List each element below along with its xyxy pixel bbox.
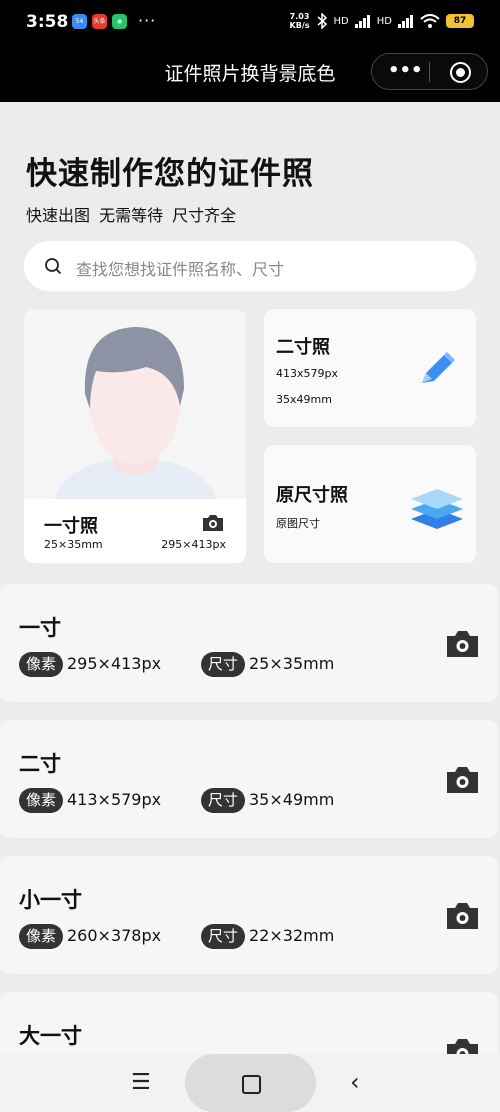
signal-label: HD xyxy=(376,15,392,27)
camera-icon[interactable] xyxy=(446,766,479,794)
item-title: 小一寸 xyxy=(19,888,82,912)
network-speed: 7.03 KB/s xyxy=(290,12,310,30)
status-bar: 3:58 54 头条 ◉ ··· 7.03 KB/s HD HD 87 xyxy=(0,0,500,44)
card-title: 二寸照 xyxy=(276,337,330,358)
pixel-tag: 像素 xyxy=(19,788,64,813)
card-pixels: 413x579px xyxy=(276,367,338,380)
pixel-value: 295×413px xyxy=(67,654,162,673)
size-value: 22×32mm xyxy=(249,926,335,945)
pixel-tag: 像素 xyxy=(19,924,64,949)
card-title: 一寸照 xyxy=(44,516,98,537)
pixel-tag: 像素 xyxy=(19,652,64,677)
notification-icons: 54 头条 ◉ xyxy=(72,14,127,29)
size-tag: 尺寸 xyxy=(201,924,246,949)
list-item[interactable]: 一寸 像素 295×413px 尺寸 25×35mm xyxy=(0,584,498,702)
menu-button[interactable]: ☰ xyxy=(131,1070,151,1095)
notification-app-icon: ◉ xyxy=(112,14,127,29)
status-time: 3:58 xyxy=(26,12,69,32)
notification-app-icon: 头条 xyxy=(92,14,107,29)
notification-app-icon: 54 xyxy=(72,14,87,29)
speed-value: 7.03 xyxy=(289,12,310,21)
more-button[interactable]: ••• xyxy=(388,60,423,81)
layers-icon xyxy=(411,489,463,529)
wifi-icon xyxy=(420,13,440,28)
back-button[interactable]: ‹ xyxy=(350,1068,360,1096)
miniprogram-capsule: ••• xyxy=(371,53,488,90)
size-value: 25×35mm xyxy=(249,654,335,673)
search-icon xyxy=(45,258,62,275)
card-size: 25×35mm xyxy=(44,538,103,551)
signal-label: HD xyxy=(333,15,349,27)
card-title: 原尺寸照 xyxy=(276,485,348,506)
speed-unit: KB/s xyxy=(289,21,310,30)
camera-icon[interactable] xyxy=(446,630,479,658)
home-button[interactable] xyxy=(185,1054,316,1112)
hero-subtitle: 快速出图 无需等待 尺寸齐全 xyxy=(26,206,237,225)
pencil-icon xyxy=(422,352,455,383)
battery-icon: 87 xyxy=(446,14,474,28)
search-input[interactable]: 查找您想找证件照名称、尺寸 xyxy=(76,256,284,280)
camera-icon[interactable] xyxy=(446,902,479,930)
close-target-button[interactable] xyxy=(450,62,471,83)
camera-icon[interactable] xyxy=(202,514,224,532)
system-navigation-bar: ☰ ‹ xyxy=(0,1054,500,1112)
navigation-bar: 证件照片换背景底色 ••• xyxy=(0,44,500,102)
status-right: 7.03 KB/s HD HD 87 xyxy=(290,12,474,30)
card-pixels: 295×413px xyxy=(161,538,226,551)
original-size-photo-card[interactable]: 原尺寸照 原图尺寸 xyxy=(264,445,476,563)
item-title: 二寸 xyxy=(19,752,61,776)
signal-icon xyxy=(354,15,370,28)
item-title: 一寸 xyxy=(19,616,61,640)
item-title: 大一寸 xyxy=(19,1024,82,1048)
hero-title: 快速制作您的证件照 xyxy=(26,156,314,192)
size-tag: 尺寸 xyxy=(201,788,246,813)
card-size: 35x49mm xyxy=(276,393,332,406)
one-inch-photo-card[interactable]: 一寸照 25×35mm 295×413px xyxy=(24,309,246,563)
bluetooth-icon xyxy=(317,13,327,29)
signal-icon xyxy=(398,15,413,28)
list-item[interactable]: 二寸 像素 413×579px 尺寸 35×49mm xyxy=(0,720,498,838)
pixel-value: 413×579px xyxy=(67,790,162,809)
status-more-icon: ··· xyxy=(138,11,157,30)
list-item[interactable]: 小一寸 像素 260×378px 尺寸 22×32mm xyxy=(0,856,498,974)
size-tag: 尺寸 xyxy=(201,652,246,677)
pixel-value: 260×378px xyxy=(67,926,162,945)
capsule-divider xyxy=(429,62,430,82)
two-inch-photo-card[interactable]: 二寸照 413x579px 35x49mm xyxy=(264,309,476,427)
search-bar[interactable]: 查找您想找证件照名称、尺寸 xyxy=(24,241,476,291)
card-size: 原图尺寸 xyxy=(276,517,320,530)
size-value: 35×49mm xyxy=(249,790,335,809)
